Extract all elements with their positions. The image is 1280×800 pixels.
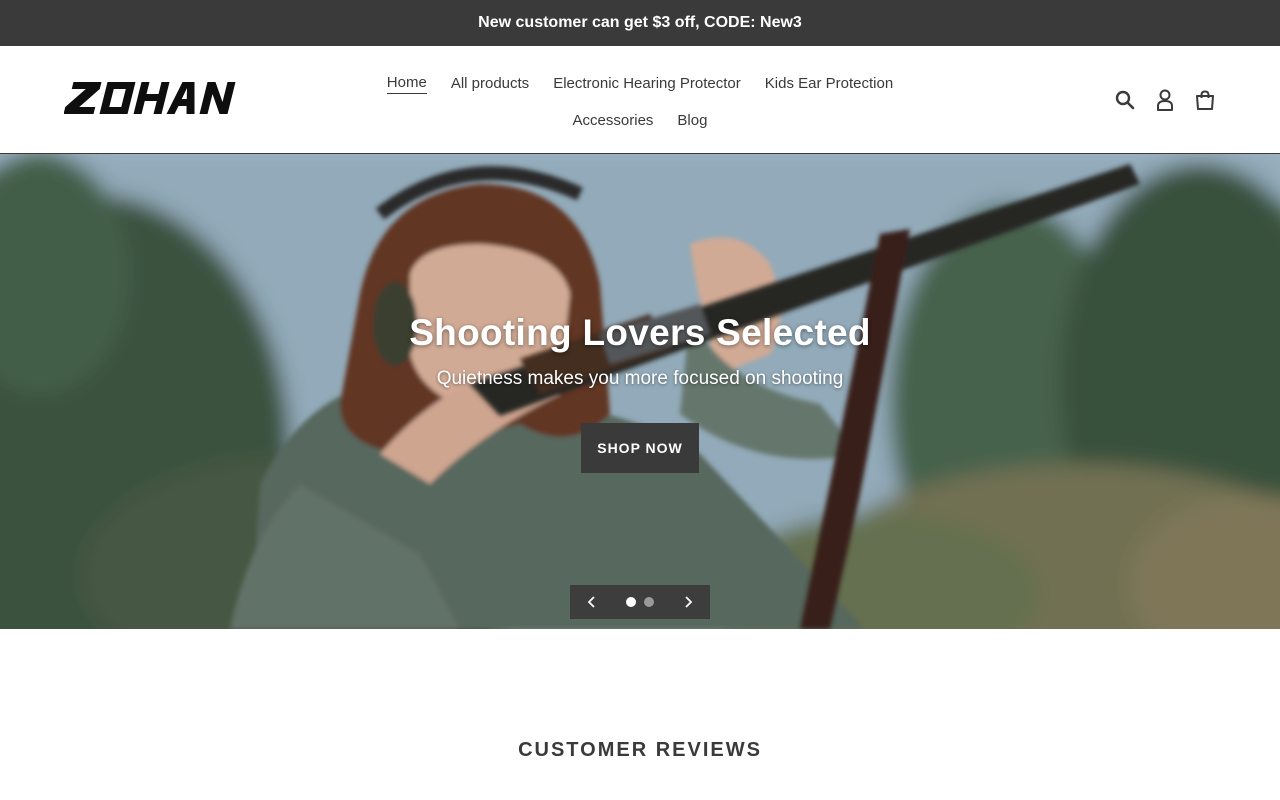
nav-all-products[interactable]: All products — [451, 73, 529, 94]
account-icon[interactable] — [1154, 89, 1176, 111]
next-slide-button[interactable] — [666, 585, 710, 619]
nav-home[interactable]: Home — [386, 73, 427, 94]
nav-kids-ear-protection[interactable]: Kids Ear Protection — [765, 73, 893, 94]
hero-subtitle: Quietness makes you more focused on shoo… — [436, 368, 844, 389]
search-icon[interactable] — [1114, 89, 1136, 111]
nav-electronic-hearing-protector[interactable]: Electronic Hearing Protector — [553, 73, 741, 94]
cart-icon[interactable] — [1194, 89, 1216, 111]
customer-reviews-section: CUSTOMER REVIEWS — [0, 629, 1280, 762]
reviews-heading: CUSTOMER REVIEWS — [518, 739, 762, 761]
hero-slideshow: Shooting Lovers Selected Quietness makes… — [0, 154, 1280, 629]
slide-dot-1[interactable] — [626, 597, 636, 607]
chevron-right-icon — [685, 596, 693, 608]
hero-title: Shooting Lovers Selected — [409, 312, 871, 353]
chevron-left-icon — [587, 596, 595, 608]
shop-now-button[interactable]: Shop now — [581, 423, 699, 473]
header-actions — [1114, 89, 1216, 111]
announcement-bar: New customer can get $3 off, CODE: New3 — [0, 0, 1280, 46]
hero-content: Shooting Lovers Selected Quietness makes… — [0, 312, 1280, 473]
slide-dots — [614, 597, 666, 607]
slide-dot-2[interactable] — [644, 597, 654, 607]
main-nav: Home All products Electronic Hearing Pro… — [340, 73, 940, 131]
nav-accessories[interactable]: Accessories — [573, 110, 654, 131]
zohan-logo[interactable] — [64, 80, 244, 116]
previous-slide-button[interactable] — [570, 585, 614, 619]
slideshow-controls — [570, 585, 710, 619]
site-header: Home All products Electronic Hearing Pro… — [0, 46, 1280, 154]
announcement-text: New customer can get $3 off, CODE: New3 — [478, 14, 802, 31]
nav-blog[interactable]: Blog — [677, 110, 707, 131]
